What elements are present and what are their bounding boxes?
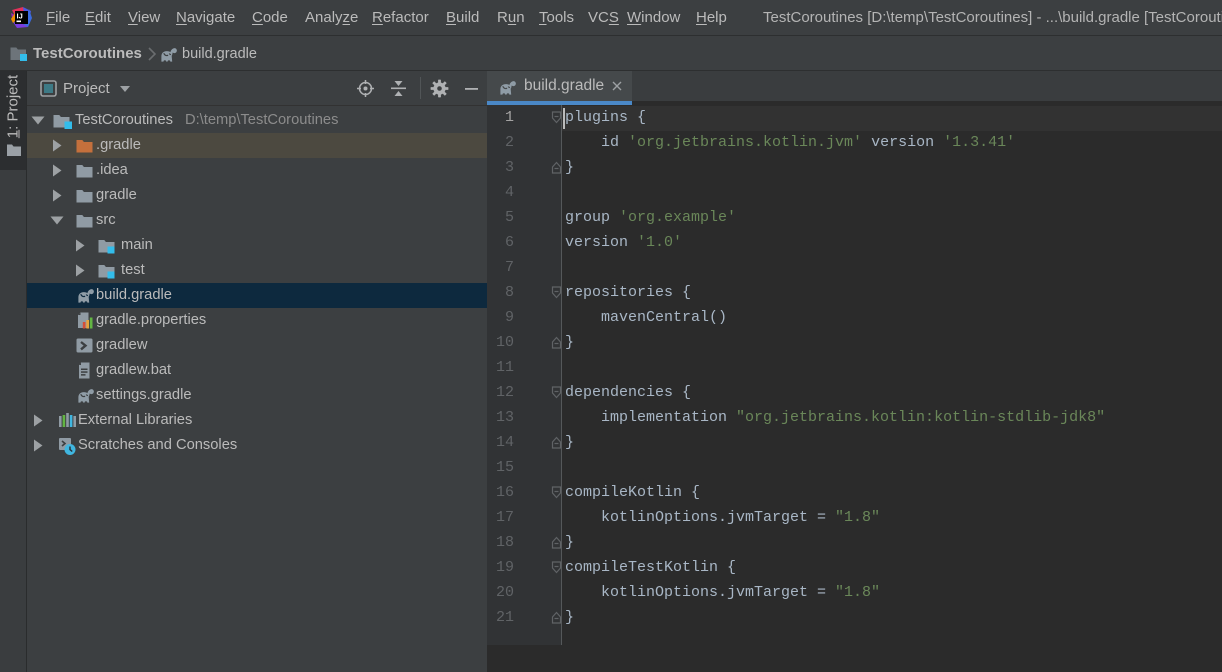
svg-text:IJ: IJ (17, 12, 23, 21)
